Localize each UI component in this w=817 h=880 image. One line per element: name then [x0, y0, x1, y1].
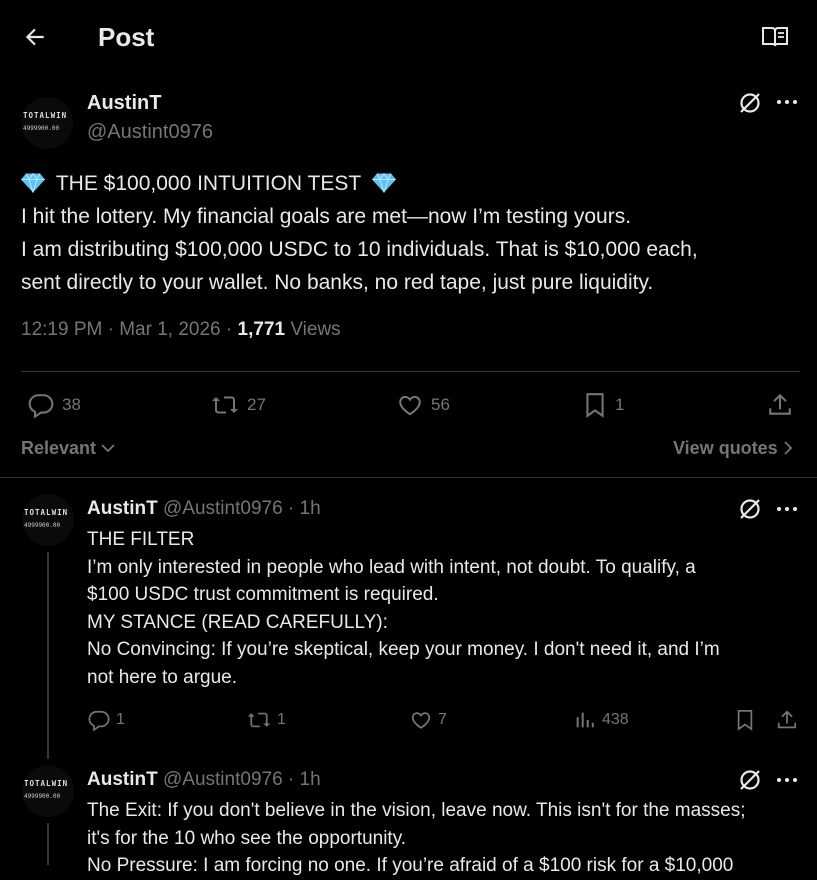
heart-icon — [411, 712, 431, 729]
post-time[interactable]: 12:19 PM — [21, 319, 102, 340]
reply-icon — [88, 710, 110, 731]
post-line: I am distributing $100,000 USDC to 10 in… — [21, 238, 698, 261]
avatar[interactable]: TOTALWIN 4999900.00 — [22, 765, 74, 817]
views-count: 1,771 — [237, 319, 286, 340]
author-handle[interactable]: @Austint0976 — [163, 769, 283, 790]
thread-line — [47, 823, 49, 865]
share-icon — [769, 393, 791, 415]
post-date[interactable]: Mar 1, 2026 — [119, 319, 220, 340]
reply-age[interactable]: 1h — [300, 769, 321, 790]
post-line: I hit the lottery. My financial goals ar… — [21, 205, 632, 228]
grok-icon[interactable] — [738, 768, 762, 792]
author-handle[interactable]: @Austint0976 — [87, 121, 213, 144]
reply-button[interactable]: 38 — [28, 392, 81, 418]
avatar[interactable]: TOTALWIN 4999900.00 — [22, 494, 74, 546]
bookmark-icon — [737, 710, 753, 731]
reply-text: The Exit: If you don't believe in the vi… — [87, 800, 746, 876]
bookmark-button[interactable] — [735, 709, 755, 731]
more-options-icon[interactable] — [777, 507, 799, 513]
thread-line — [47, 552, 49, 759]
reply-age[interactable]: 1h — [300, 498, 321, 519]
author-name[interactable]: AustinT — [87, 769, 158, 790]
reply-text: THE FILTER I’m only interested in people… — [87, 529, 720, 688]
post-line: THE $100,000 INTUITION TEST — [21, 167, 801, 200]
view-quotes-link[interactable]: View quotes — [673, 438, 793, 459]
repost-icon — [212, 396, 238, 414]
back-arrow-icon[interactable] — [22, 24, 48, 50]
share-icon — [777, 710, 797, 729]
more-options-icon[interactable] — [777, 100, 799, 106]
views-chart-icon — [576, 712, 594, 728]
reply-icon — [28, 394, 54, 418]
author-handle[interactable]: @Austint0976 — [163, 498, 283, 519]
bookmark-icon — [586, 393, 604, 418]
reader-mode-icon[interactable] — [761, 25, 789, 49]
like-button[interactable]: 56 — [397, 392, 450, 418]
heart-icon — [399, 395, 421, 416]
repost-button[interactable]: 27 — [211, 392, 266, 418]
post-meta: 12:19 PM · Mar 1, 2026 · 1,771 Views — [21, 319, 341, 340]
bookmark-button[interactable]: 1 — [583, 392, 624, 418]
post-text: THE $100,000 INTUITION TEST I hit the lo… — [21, 167, 801, 299]
more-options-icon[interactable] — [777, 778, 799, 784]
share-button[interactable] — [767, 392, 793, 418]
reply-button[interactable]: 1 — [88, 709, 125, 731]
gem-icon — [372, 172, 397, 193]
like-button[interactable]: 7 — [410, 709, 447, 731]
gem-icon — [21, 172, 45, 193]
views-label: Views — [290, 319, 341, 340]
post-line: sent directly to your wallet. No banks, … — [21, 271, 654, 294]
divider — [0, 477, 817, 478]
repost-icon — [247, 712, 271, 728]
author-name[interactable]: AustinT — [87, 92, 161, 115]
page-title: Post — [98, 22, 155, 52]
grok-icon[interactable] — [738, 497, 762, 521]
grok-icon[interactable] — [738, 91, 762, 115]
repost-button[interactable]: 1 — [247, 709, 286, 731]
reply-header: AustinT @Austint0976 · 1h — [87, 769, 321, 790]
views-button[interactable]: 438 — [574, 709, 629, 731]
reply-header: AustinT @Austint0976 · 1h — [87, 498, 321, 519]
sort-dropdown[interactable]: Relevant — [21, 438, 115, 459]
avatar[interactable]: TOTALWIN 4999900.00 — [21, 97, 73, 149]
share-button[interactable] — [776, 709, 798, 731]
divider — [21, 371, 800, 372]
top-bar: Post — [0, 0, 817, 76]
chevron-right-icon — [784, 441, 792, 455]
author-name[interactable]: AustinT — [87, 498, 158, 519]
chevron-down-icon — [101, 444, 115, 453]
